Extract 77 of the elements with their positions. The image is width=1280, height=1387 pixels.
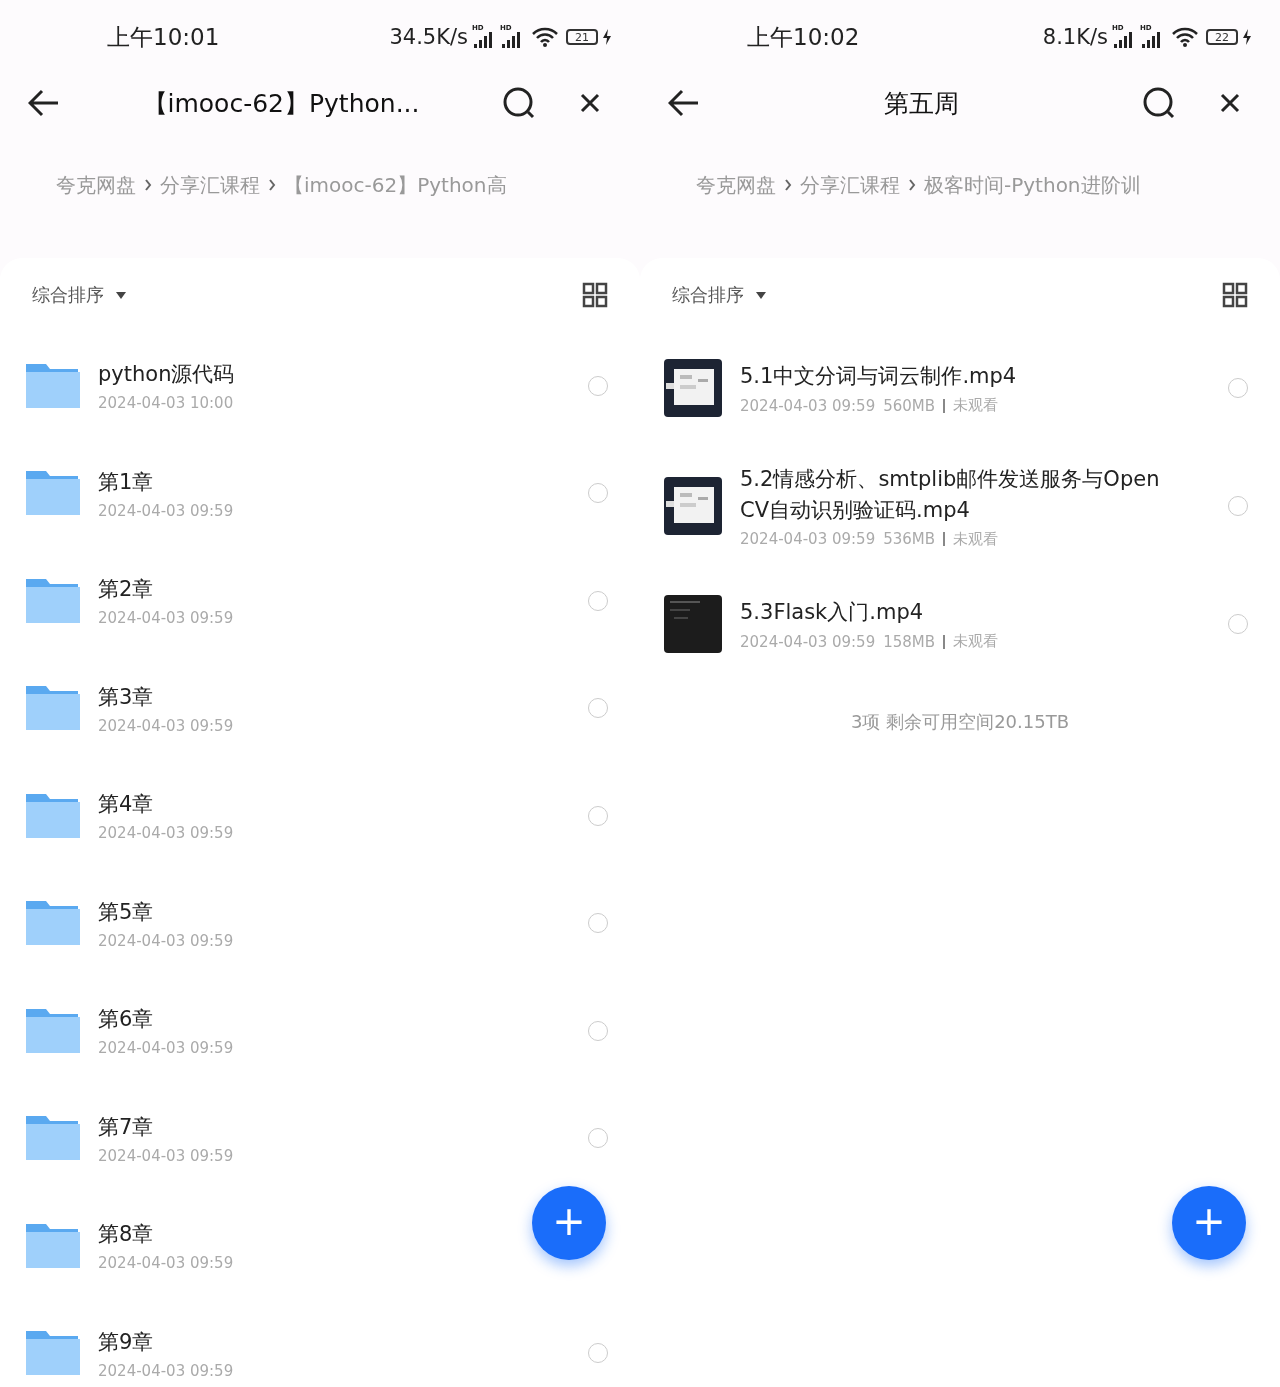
file-date: 2024-04-03 09:59 (98, 824, 234, 843)
folder-icon (24, 684, 80, 733)
file-name: 第9章 (98, 1328, 155, 1356)
breadcrumb-item[interactable]: 【imooc-62】Python高 (284, 171, 507, 199)
file-date: 2024-04-03 09:59 (98, 931, 234, 950)
caret-icon (116, 291, 126, 299)
charging-icon (1242, 29, 1252, 45)
chevron-icon (268, 179, 276, 191)
folder-icon (24, 469, 80, 518)
search-button[interactable] (502, 86, 536, 120)
file-name: 5.3Flask入门.mp4 (740, 599, 925, 626)
folder-icon (24, 576, 80, 625)
chevron-icon (908, 179, 916, 191)
status-time: 上午10:02 (747, 22, 860, 52)
file-name: 第5章 (98, 898, 155, 926)
file-date: 2024-04-03 09:59 (98, 1039, 234, 1058)
sort-dropdown[interactable]: 综合排序 (32, 283, 126, 307)
file-date: 2024-04-03 09:59 (98, 1254, 234, 1273)
back-button[interactable] (28, 89, 60, 117)
chevron-icon (144, 179, 152, 191)
battery-indicator: 21 (566, 29, 598, 45)
close-button[interactable] (1220, 93, 1240, 113)
file-date: 2024-04-03 09:59 (98, 1361, 234, 1380)
page-title: 第五周 (882, 87, 960, 120)
status-time: 上午10:01 (107, 22, 220, 52)
folder-icon (24, 899, 80, 948)
storage-summary: 3项 剩余可用空间20.15TB (850, 710, 1070, 734)
breadcrumb-item[interactable]: 分享汇课程 (800, 171, 900, 199)
file-date: 2024-04-03 09:59 (740, 396, 876, 415)
file-date: 2024-04-03 09:59 (740, 530, 876, 548)
network-speed: 8.1K/s (1042, 25, 1108, 49)
file-name: 第2章 (98, 576, 155, 604)
file-size: 158MB (883, 632, 936, 651)
battery-indicator: 22 (1206, 29, 1238, 45)
folder-icon (24, 791, 80, 840)
breadcrumb-item[interactable]: 夸克网盘 (696, 171, 776, 199)
folder-icon (24, 1329, 80, 1378)
file-name: python源代码 (98, 361, 236, 389)
watch-status: 未观看 (953, 632, 999, 651)
caret-icon (756, 291, 766, 299)
file-size: 536MB (883, 530, 936, 548)
watch-status: 未观看 (953, 396, 999, 415)
back-button[interactable] (668, 89, 700, 117)
folder-icon (24, 1114, 80, 1163)
breadcrumb-item[interactable]: 夸克网盘 (56, 171, 136, 199)
file-date: 2024-04-03 09:59 (98, 716, 234, 735)
chevron-icon (784, 179, 792, 191)
file-date: 2024-04-03 09:59 (98, 609, 234, 628)
folder-icon (24, 1006, 80, 1055)
breadcrumb-item[interactable]: 极客时间-Python进阶训 (924, 171, 1141, 199)
file-date: 2024-04-03 09:59 (98, 501, 234, 520)
close-button[interactable] (580, 93, 600, 113)
file-name: 第6章 (98, 1006, 155, 1034)
file-date: 2024-04-03 09:59 (740, 632, 876, 651)
grid-view-button[interactable] (1222, 282, 1248, 308)
file-name: 第1章 (98, 468, 155, 496)
file-name: 第4章 (98, 791, 155, 819)
file-name: 第3章 (98, 683, 155, 711)
charging-icon (602, 29, 612, 45)
file-size: 560MB (883, 396, 936, 415)
page-title: 【imooc-62】Python... (141, 87, 421, 120)
grid-view-button[interactable] (582, 282, 608, 308)
file-date: 2024-04-03 09:59 (98, 1146, 234, 1165)
breadcrumb-item[interactable]: 分享汇课程 (160, 171, 260, 199)
wifi-icon (532, 27, 558, 47)
file-name: 5.1中文分词与词云制作.mp4 (740, 363, 1018, 390)
file-name: 5.2情感分析、smtplib邮件发送服务与OpenCV自动识别验证码.mp4 (740, 465, 1161, 524)
sort-dropdown[interactable]: 综合排序 (672, 283, 766, 307)
folder-icon (24, 1221, 80, 1270)
wifi-icon (1172, 27, 1198, 47)
folder-icon (24, 361, 80, 410)
network-speed: 34.5K/s (389, 25, 468, 49)
file-name: 第7章 (98, 1113, 155, 1141)
file-name: 第8章 (98, 1221, 155, 1249)
search-button[interactable] (1142, 86, 1176, 120)
watch-status: 未观看 (953, 529, 999, 549)
file-date: 2024-04-03 10:00 (98, 394, 234, 413)
